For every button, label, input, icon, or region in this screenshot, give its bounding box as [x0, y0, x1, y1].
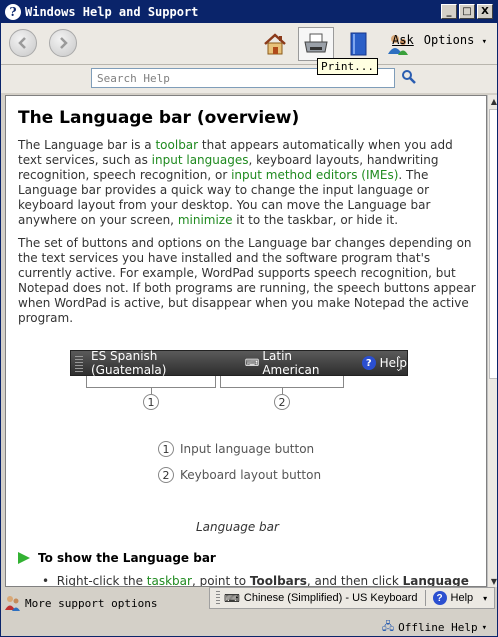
options-arrow-icon[interactable]: ▾	[483, 594, 487, 603]
callout-bracket-2	[220, 376, 344, 388]
search-icon[interactable]	[401, 69, 417, 85]
show-language-bar-section[interactable]: To show the Language bar	[18, 551, 216, 565]
section-title-text: To show the Language bar	[38, 551, 216, 565]
legend-number-1: 1	[158, 441, 174, 457]
support-people-icon	[5, 596, 20, 611]
toolbar-link[interactable]: toolbar	[155, 138, 198, 152]
article-paragraph-1: The Language bar is a toolbar that appea…	[18, 138, 453, 227]
figure-language-label: ES Spanish (Guatemala)	[91, 349, 167, 377]
minimize-link[interactable]: minimize	[178, 213, 233, 227]
vertical-scrollbar[interactable]: ▲ ▼	[487, 95, 497, 587]
printer-icon	[304, 33, 328, 53]
help-app-icon: ?	[5, 4, 21, 20]
ask-link[interactable]: Ask	[392, 33, 414, 47]
help-circle-icon: ?	[361, 356, 376, 370]
instruction-bullet: • Right-click the taskbar, point to Tool…	[42, 574, 469, 587]
back-arrow-icon	[18, 37, 26, 49]
maximize-button[interactable]: □	[459, 4, 475, 19]
expand-triangle-icon	[18, 552, 30, 564]
home-icon	[264, 33, 286, 55]
offline-status-icon: 🖧	[381, 620, 395, 633]
system-language-bar: ⌨ Chinese (Simplified) - US Keyboard ? H…	[209, 587, 495, 609]
legend-input-language: 1 Input language button	[158, 441, 314, 457]
figure-caption: Language bar	[196, 520, 279, 534]
home-button[interactable]	[257, 27, 293, 61]
back-button[interactable]	[9, 29, 37, 57]
figure-keyboard-label: Latin American	[262, 349, 320, 377]
language-bar-figure: ES Spanish (Guatemala) ⌨ Latin American …	[70, 349, 408, 377]
status-bar: More support options ⌨ Chinese (Simplifi…	[1, 587, 497, 636]
forward-button[interactable]	[49, 29, 77, 57]
print-button[interactable]	[298, 27, 334, 61]
chevron-down-icon: ▾	[481, 37, 487, 47]
langbar-separator	[424, 590, 426, 606]
help-circle-icon: ?	[432, 591, 447, 605]
print-tooltip: Print...	[317, 58, 378, 75]
search-bar: Search Help	[1, 65, 497, 93]
article-title: The Language bar (overview)	[18, 108, 300, 128]
langbar-help-button[interactable]: Help	[451, 592, 474, 604]
grip-icon	[216, 591, 220, 605]
title-bar[interactable]: ? Windows Help and Support _ □ X	[1, 1, 497, 23]
window-controls: _ □ X	[441, 4, 493, 19]
article: The Language bar (overview) The Language…	[18, 108, 478, 334]
toolbar: Ask Options ▾	[1, 23, 497, 65]
input-language-button[interactable]: Chinese (Simplified) - US Keyboard	[244, 592, 418, 604]
legend-text-2: Keyboard layout button	[180, 468, 322, 482]
grip-icon	[75, 356, 83, 372]
callout-number-1: 1	[143, 394, 159, 410]
ask-options-menu: Ask Options ▾	[392, 33, 487, 47]
window-title: Windows Help and Support	[25, 5, 199, 19]
legend-text-1: Input language button	[180, 442, 315, 456]
options-menu[interactable]: Options ▾	[424, 33, 487, 47]
minimize-button[interactable]: _	[441, 4, 457, 19]
callout-number-2: 2	[274, 394, 290, 410]
help-window: ? Windows Help and Support _ □ X Ask Opt…	[0, 0, 498, 637]
scroll-down-icon[interactable]: ▼	[488, 575, 497, 587]
help-content-pane[interactable]: The Language bar (overview) The Language…	[5, 95, 487, 587]
keyboard-icon: ⌨	[224, 592, 240, 605]
keyboard-icon: ⌨	[244, 357, 260, 369]
browse-help-button[interactable]	[341, 27, 377, 61]
scroll-thumb[interactable]	[489, 109, 497, 379]
legend-keyboard-layout: 2 Keyboard layout button	[158, 467, 321, 483]
callout-bracket-1	[86, 376, 216, 388]
figure-help-label: Help	[379, 356, 407, 370]
legend-number-2: 2	[158, 467, 174, 483]
ime-link[interactable]: input method editors (IMEs)	[231, 168, 398, 182]
input-languages-link[interactable]: input languages	[152, 153, 249, 167]
close-button[interactable]: X	[477, 4, 493, 19]
more-support-link[interactable]: More support options	[5, 595, 157, 611]
chevron-down-icon: ▾	[481, 622, 487, 633]
forward-arrow-icon	[60, 37, 68, 49]
taskbar-link[interactable]: taskbar	[147, 574, 192, 586]
article-paragraph-2: The set of buttons and options on the La…	[18, 236, 476, 325]
book-icon	[350, 32, 367, 56]
scroll-up-icon[interactable]: ▲	[488, 95, 497, 107]
offline-help-menu[interactable]: 🖧 Offline Help ▾	[381, 618, 487, 636]
options-arrow-icon: ⌃ ⌄	[395, 355, 402, 373]
